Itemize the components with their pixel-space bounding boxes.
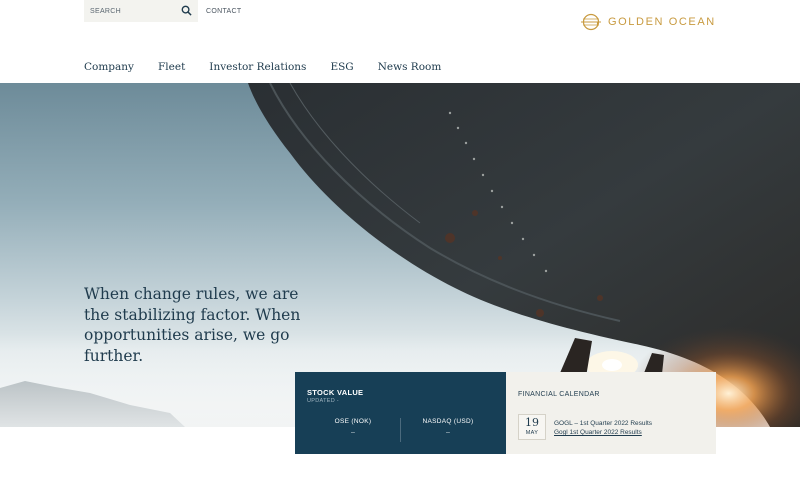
stock-nasdaq: NASDAQ (USD) – (403, 418, 493, 436)
contact-link[interactable]: CONTACT (206, 8, 241, 15)
nav-item-fleet[interactable]: Fleet (158, 61, 185, 73)
calendar-event-link[interactable]: Gogl 1st Quarter 2022 Results (554, 429, 642, 436)
financial-calendar-panel: FINANCIAL CALENDAR 19 MAY GOGL – 1st Qua… (506, 372, 716, 454)
search-input[interactable] (90, 7, 178, 15)
stock-divider (400, 418, 401, 442)
stock-ose: OSE (NOK) – (308, 418, 398, 436)
brand[interactable]: GOLDEN OCEAN (580, 12, 716, 32)
nav-item-investor-relations[interactable]: Investor Relations (209, 61, 306, 73)
brand-name: GOLDEN OCEAN (608, 16, 716, 28)
search-box[interactable] (84, 0, 198, 22)
golden-ocean-logo (581, 13, 601, 31)
calendar-day: 19 (525, 416, 539, 429)
stock-updated: UPDATED - (307, 398, 339, 404)
nav-item-news-room[interactable]: News Room (378, 61, 442, 73)
stock-title: STOCK VALUE (307, 388, 364, 397)
nav-item-company[interactable]: Company (84, 61, 134, 73)
calendar-title: FINANCIAL CALENDAR (518, 391, 600, 398)
stock-ose-value: – (351, 429, 355, 436)
stock-nasdaq-value: – (446, 429, 450, 436)
stock-nasdaq-label: NASDAQ (USD) (422, 418, 474, 425)
search-icon[interactable] (181, 5, 192, 16)
calendar-date-badge: 19 MAY (518, 414, 546, 440)
calendar-event-text: GOGL – 1st Quarter 2022 Results (554, 420, 653, 427)
hero-headline: When change rules, we are the stabilizin… (84, 285, 301, 365)
nav-item-esg[interactable]: ESG (330, 61, 353, 73)
stock-ose-label: OSE (NOK) (334, 418, 372, 425)
stock-value-panel: STOCK VALUE UPDATED - OSE (NOK) – NASDAQ… (295, 372, 506, 454)
main-nav: Company Fleet Investor Relations ESG New… (84, 61, 465, 73)
calendar-month: MAY (525, 430, 539, 436)
